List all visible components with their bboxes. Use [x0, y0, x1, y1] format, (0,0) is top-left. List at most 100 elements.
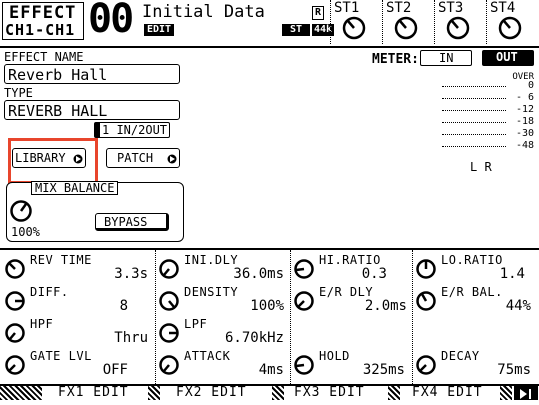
meter-channels: L R — [470, 160, 492, 174]
param-value: 2.0ms — [364, 298, 407, 314]
knob-icon — [294, 259, 314, 279]
stereo-out-group: ST1 ST2 ST3 ST4 — [330, 0, 539, 44]
knob-icon — [159, 355, 179, 375]
param-ini-dly[interactable]: INI.DLY 36.0ms — [158, 252, 288, 284]
param-hold[interactable]: HOLD 325ms — [293, 348, 409, 380]
param-rev-time[interactable]: REV TIME 3.3s — [4, 252, 152, 284]
param-name: LO.RATIO — [441, 253, 503, 267]
st3-label: ST3 — [438, 0, 464, 16]
knob-icon — [5, 291, 25, 311]
knob-icon — [5, 323, 25, 343]
param-er-bal[interactable]: E/R BAL. 44% — [415, 284, 535, 316]
effect-name-value: Reverb Hall — [8, 66, 108, 84]
knob-icon — [416, 291, 436, 311]
knob-icon — [342, 16, 366, 40]
tab-separator-icon — [272, 386, 284, 400]
param-hi-ratio[interactable]: HI.RATIO 0.3 — [293, 252, 409, 284]
meter-scale-18: -18 — [515, 116, 534, 127]
tab-strip: FX1 EDIT FX2 EDIT FX3 EDIT FX4 EDIT — [0, 386, 539, 400]
param-attack[interactable]: ATTACK 4ms — [158, 348, 288, 380]
tab-fx4-edit[interactable]: FX4 EDIT — [412, 386, 483, 400]
param-value: 75ms — [497, 362, 531, 378]
tab-shade-icon — [0, 386, 42, 400]
st3-out[interactable]: ST3 — [438, 0, 488, 44]
param-density[interactable]: DENSITY 100% — [158, 284, 288, 316]
effect-name-label: EFFECT NAME — [4, 50, 84, 64]
param-name: LPF — [184, 317, 208, 331]
meter-scale-0: 0 — [527, 80, 534, 91]
param-name: DIFF. — [30, 285, 69, 299]
param-decay[interactable]: DECAY 75ms — [415, 348, 535, 380]
effect-name-field[interactable]: Reverb Hall — [4, 64, 180, 84]
param-name: HPF — [30, 317, 54, 331]
type-value: REVERB HALL — [8, 102, 108, 120]
effect-label: EFFECT — [9, 3, 77, 23]
knob-icon[interactable] — [9, 199, 33, 223]
patch-button[interactable]: PATCH — [106, 148, 180, 168]
mix-balance-value: 100% — [11, 225, 40, 239]
param-lpf[interactable]: LPF 6.70kHz — [158, 316, 288, 348]
param-name: REV TIME — [30, 253, 92, 267]
tab-fx3-edit[interactable]: FX3 EDIT — [294, 386, 365, 400]
tab-separator-icon — [388, 386, 400, 400]
type-label: TYPE — [4, 86, 33, 100]
effect-title-box: EFFECT CH1-CH1 — [2, 2, 84, 40]
param-diff[interactable]: DIFF. 8 — [4, 284, 152, 316]
param-grid: REV TIME 3.3s INI.DLY 36.0ms HI.RATIO 0.… — [0, 250, 539, 384]
knob-icon — [416, 355, 436, 375]
tab-separator-icon — [148, 386, 160, 400]
scene-title: Initial Data — [142, 2, 265, 22]
r-badge: R — [312, 6, 325, 20]
param-lo-ratio[interactable]: LO.RATIO 1.4 — [415, 252, 535, 284]
knob-icon — [394, 16, 418, 40]
st2-out[interactable]: ST2 — [386, 0, 436, 44]
param-name: GATE LVL — [30, 349, 92, 363]
meter-out-button[interactable]: OUT — [482, 50, 534, 66]
param-gate-lvl[interactable]: GATE LVL OFF — [4, 348, 152, 380]
next-page-icon[interactable] — [514, 386, 538, 400]
param-value: 100% — [250, 298, 284, 314]
st1-out[interactable]: ST1 — [334, 0, 384, 44]
param-value: 1.4 — [499, 266, 525, 282]
meter-in-button[interactable]: IN — [420, 50, 472, 66]
meter-scale-12: -12 — [515, 104, 534, 115]
param-value: OFF — [102, 362, 128, 378]
header-divider — [0, 46, 539, 48]
param-value: 325ms — [362, 362, 405, 378]
tab-fx1-edit[interactable]: FX1 EDIT — [58, 386, 129, 400]
knob-icon — [446, 16, 470, 40]
st-badge: ST — [282, 24, 311, 36]
param-name: HI.RATIO — [319, 253, 381, 267]
param-hpf[interactable]: HPF Thru — [4, 316, 152, 348]
type-field[interactable]: REVERB HALL — [4, 100, 180, 120]
st4-out[interactable]: ST4 — [490, 0, 538, 44]
knob-icon — [294, 355, 314, 375]
tab-separator-icon — [500, 386, 512, 400]
meter-scale-30: -30 — [515, 128, 534, 139]
meter-in-label: IN — [439, 51, 454, 65]
param-er-dly[interactable]: E/R DLY 2.0ms — [293, 284, 409, 316]
meter-scale: OVER 0 - 6 -12 -18 -30 -48 L R — [442, 72, 534, 182]
tab-fx2-edit[interactable]: FX2 EDIT — [176, 386, 247, 400]
meter-out-label: OUT — [496, 50, 518, 64]
param-name: DECAY — [441, 349, 480, 363]
param-name: INI.DLY — [184, 253, 239, 267]
knob-icon — [294, 291, 314, 311]
channel-label: CH1-CH1 — [5, 21, 76, 39]
meter-scale-48: -48 — [515, 140, 534, 151]
knob-icon — [5, 355, 25, 375]
param-value: 3.3s — [114, 266, 148, 282]
param-value: 36.0ms — [233, 266, 284, 282]
patch-label: PATCH — [117, 151, 154, 165]
meter-scale-6: - 6 — [515, 92, 534, 103]
edit-badge: EDIT — [144, 24, 175, 36]
param-value: Thru — [114, 330, 148, 346]
param-value: 8 — [119, 298, 128, 314]
param-value: 4ms — [258, 362, 284, 378]
param-name: E/R BAL. — [441, 285, 503, 299]
bypass-label: BYPASS — [104, 215, 148, 229]
arrow-right-icon — [167, 154, 177, 164]
mix-balance-panel: MIX BALANCE 100% BYPASS — [6, 181, 184, 242]
param-value: 6.70kHz — [224, 330, 284, 346]
bypass-button[interactable]: BYPASS — [95, 213, 169, 231]
